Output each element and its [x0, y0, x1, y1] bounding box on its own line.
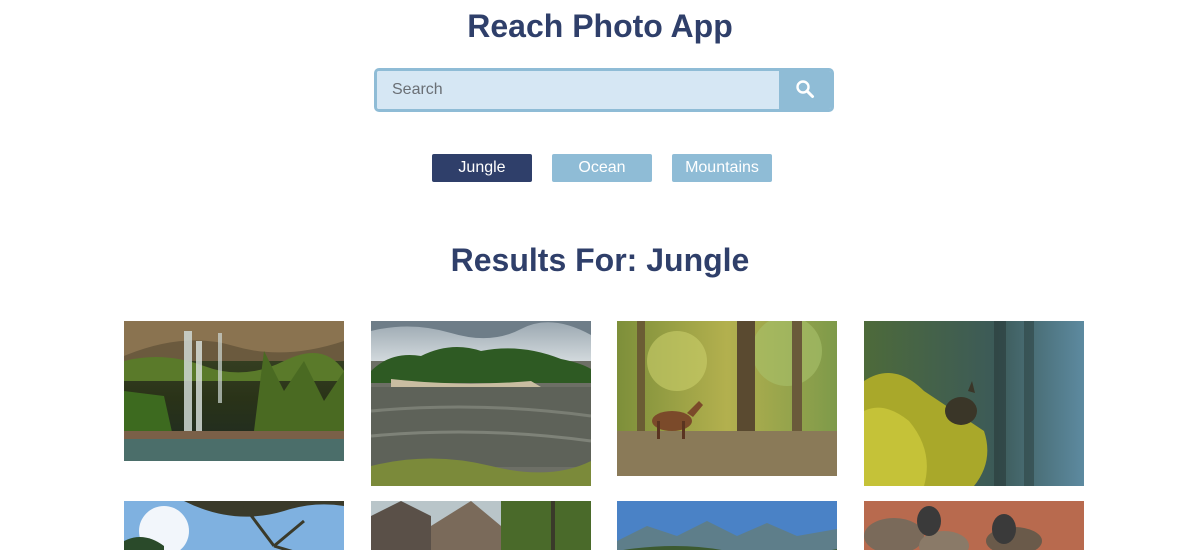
reach-photo-app: Reach Photo App Jungle Ocean Mountains R…: [0, 0, 1200, 550]
category-button-mountains[interactable]: Mountains: [672, 154, 772, 182]
results-title: Results For: Jungle: [450, 242, 750, 278]
search-form: [374, 68, 834, 112]
category-button-jungle[interactable]: Jungle: [432, 154, 532, 182]
photo-deer-forest[interactable]: [617, 321, 837, 476]
category-buttons: Jungle Ocean Mountains: [0, 154, 1200, 182]
photo-mountain-range[interactable]: [617, 501, 837, 550]
photo-river-island[interactable]: [371, 321, 591, 486]
app-title: Reach Photo App: [467, 8, 733, 44]
search-icon: [795, 79, 815, 102]
search-input[interactable]: [377, 71, 779, 109]
photo-tree-sky[interactable]: [124, 501, 344, 550]
photo-village-huts[interactable]: [371, 501, 591, 550]
photo-goat-cliff[interactable]: [864, 321, 1084, 486]
category-button-ocean[interactable]: Ocean: [552, 154, 652, 182]
search-button[interactable]: [779, 71, 831, 109]
photo-birds-rocks[interactable]: [864, 501, 1084, 550]
photo-waterfall[interactable]: [124, 321, 344, 461]
